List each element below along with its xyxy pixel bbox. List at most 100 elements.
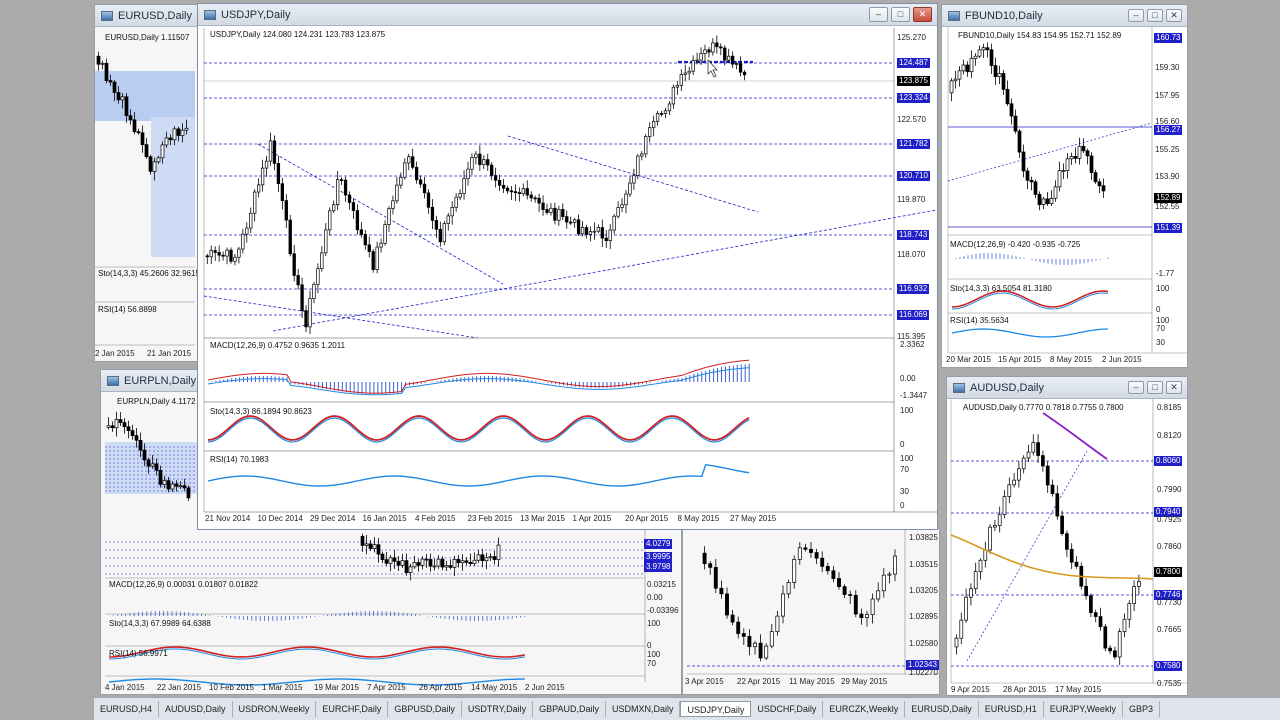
chart-tab[interactable]: USDMXN,Daily [606,701,681,717]
eurusd-titlebar[interactable]: EURUSD,Daily [95,5,201,27]
candle-body [723,47,727,61]
candle-body [1093,172,1098,183]
eurusd-window[interactable]: EURUSD,Daily EURUSD,Daily 1.11507 Sto(14… [94,4,202,362]
usdjpy-price-badge: 120.710 [897,171,930,181]
candle-body [517,192,521,194]
usdjpy-sto-label: Sto(14,3,3) 86.1894 90.8623 [210,407,312,416]
candle-body [949,80,954,94]
candle-body [237,248,241,258]
usdjpy-chart[interactable] [198,26,938,530]
chart-tab[interactable]: GBPUSD,Daily [388,701,462,717]
minimize-button[interactable]: – [869,7,888,22]
candle-body [124,96,129,117]
candle-body [1049,197,1054,205]
chart-tab[interactable]: EURCHF,Daily [316,701,389,717]
chart-tab[interactable]: EURUSD,Daily [905,701,979,717]
audusd-window[interactable]: AUDUSD,Daily – □ ✕ AUDUSD,Daily 0.7770 0… [946,376,1188,696]
usdjpy-titlebar[interactable]: USDJPY,Daily – □ ✕ [198,4,937,26]
audusd-chart[interactable] [947,399,1188,696]
candle-body [496,544,501,560]
chart-tab[interactable]: USDCHF,Daily [751,701,824,717]
candle-body [112,81,117,93]
candle-body [969,588,973,598]
candle-body [1074,561,1079,567]
chart-tab[interactable]: EURJPY,Weekly [1044,701,1123,717]
chart-window-icon [204,9,216,20]
candle-body [565,216,569,223]
candle-body [978,559,983,572]
chart-tab[interactable]: AUDUSD,Daily [159,701,233,717]
candle-body [600,227,604,239]
candle-body [1081,145,1086,152]
eurpln-price-badge: 3.9798 [644,562,673,572]
candle-body [738,63,743,73]
chart-tab[interactable]: EURCZK,Weekly [823,701,906,717]
chart-window-icon [101,10,113,21]
candle-body [478,153,482,166]
candle-body [272,140,277,164]
close-button[interactable]: ✕ [1166,9,1182,22]
usdjpy-window[interactable]: USDJPY,Daily – □ ✕ USDJPY,Daily 124.080 … [197,3,938,530]
candle-body [332,204,336,212]
eurpln-date-label: 1 Mar 2015 [262,683,303,692]
usdjpy-rsi-tick: 70 [900,465,909,474]
eurczk-chart[interactable] [683,529,940,695]
candle-body [396,560,401,566]
candle-body [300,284,304,311]
maximize-button[interactable]: □ [1147,9,1163,22]
candle-body [655,113,660,122]
chart-tab[interactable]: USDTRY,Daily [462,701,534,717]
candle-body [1103,626,1108,649]
chart-tab[interactable]: GBPAUD,Daily [533,701,606,717]
candle-body [1089,155,1094,173]
candle-body [604,237,608,242]
eurpln-date-label: 22 Jan 2015 [157,683,202,692]
fbund-window[interactable]: FBUND10,Daily – □ ✕ FBUND10,Daily 154.83… [941,4,1188,368]
candle-body [612,215,616,231]
audusd-titlebar[interactable]: AUDUSD,Daily – □ ✕ [947,377,1187,399]
candle-body [580,227,585,235]
maximize-button[interactable]: □ [891,7,910,22]
candle-body [176,128,181,136]
usdjpy-price-tick: 122.570 [897,115,926,124]
usdjpy-macd-tick: 2.3362 [900,340,925,349]
candle-body [831,570,836,579]
maximize-button[interactable]: □ [1147,381,1163,394]
chart-tab[interactable]: USDJPY,Daily [680,701,752,717]
candle-body [809,548,813,553]
candle-body [114,419,119,429]
candle-body [1045,198,1050,205]
candle-body [347,194,352,203]
candle-body [134,435,139,441]
chart-tab[interactable]: EURUSD,H1 [979,701,1044,717]
candle-body [719,587,724,595]
close-button[interactable]: ✕ [913,7,932,22]
close-button[interactable]: ✕ [1166,381,1182,394]
eurczk-window[interactable]: 1.03825 1.03515 1.03205 1.02895 1.02580 … [682,528,940,695]
usdjpy-price-badge: 116.069 [897,310,930,320]
chart-window-icon [107,375,119,386]
candle-body [324,229,328,254]
candle-body [837,578,841,587]
candle-body [1093,612,1098,617]
eurczk-date-label: 11 May 2015 [789,677,835,686]
minimize-button[interactable]: – [1128,9,1144,22]
fbund-titlebar[interactable]: FBUND10,Daily – □ ✕ [942,5,1187,27]
eurpln-price-badge: 4.0279 [644,539,673,549]
candle-body [120,96,125,101]
candle-body [432,565,437,568]
eurpln-macd-label: MACD(12,26,9) 0.00031 0.01807 0.01822 [109,580,258,589]
candle-body [727,55,731,61]
candle-body [1026,451,1031,459]
fbund-price-badge: 151.39 [1154,223,1183,233]
chart-tab[interactable]: EURUSD,H4 [94,701,160,717]
audusd-price-tick: 0.7730 [1157,598,1182,607]
eurpln-date-label: 4 Jan 2015 [105,683,145,692]
candle-body [1069,548,1074,563]
chart-tab[interactable]: GBP3 [1123,701,1160,717]
usdjpy-current-price: 123.875 [897,76,930,86]
minimize-button[interactable]: – [1128,381,1144,394]
candle-body [464,560,469,563]
chart-tab[interactable]: USDRON,Weekly [233,701,317,717]
candle-body [363,234,367,246]
